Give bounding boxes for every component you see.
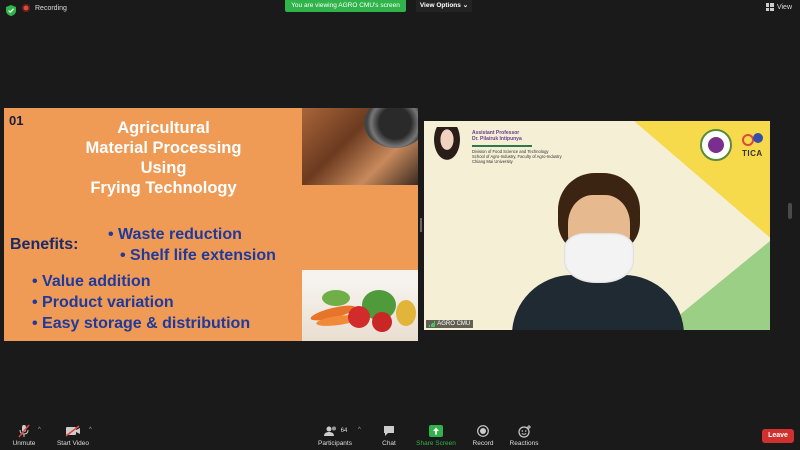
presenter-photo bbox=[432, 127, 462, 163]
recording-indicator[interactable]: Recording bbox=[22, 4, 67, 12]
tica-logo-text: TICA bbox=[742, 149, 763, 158]
record-label: Record bbox=[472, 440, 494, 447]
share-screen-icon bbox=[429, 425, 443, 437]
share-screen-button[interactable]: Share Screen bbox=[414, 424, 458, 447]
participant-name-label: AGRO CMU bbox=[426, 320, 474, 328]
grid-view-icon bbox=[765, 3, 774, 11]
slide-title-line: Material Processing bbox=[85, 139, 242, 157]
slide-title: Agricultural Material Processing Using F… bbox=[66, 118, 261, 198]
audio-options-caret-icon[interactable]: ^ bbox=[38, 427, 41, 433]
viewing-screen-banner: You are viewing AGRO CMU's screen bbox=[285, 0, 406, 12]
share-screen-label: Share Screen bbox=[416, 440, 456, 447]
chat-icon bbox=[384, 426, 394, 436]
record-icon bbox=[477, 425, 489, 437]
panel-splitter-handle[interactable] bbox=[420, 218, 422, 232]
tica-logo-mark bbox=[742, 133, 763, 146]
shared-slide: 01 Agricultural Material Processing Usin… bbox=[4, 108, 418, 341]
presenter-affiliation: Division of Food Science and Technology … bbox=[472, 149, 562, 164]
presenter-title-block: Assistant Professor Dr. Pilairuk Intipun… bbox=[472, 130, 522, 142]
bullet-item: • Value addition bbox=[32, 273, 151, 290]
microphone-muted-icon bbox=[18, 424, 30, 438]
unmute-label: Unmute bbox=[12, 440, 36, 447]
bullet-item: • Shelf life extension bbox=[120, 247, 276, 264]
meeting-toolbar: Unmute ^ Start Video ^ 64 Participants ^ bbox=[0, 420, 800, 450]
participants-icon bbox=[323, 426, 336, 436]
view-button[interactable]: View bbox=[765, 3, 792, 11]
scrollbar-thumb[interactable] bbox=[788, 203, 792, 219]
start-video-label: Start Video bbox=[56, 440, 90, 447]
bullet-item: • Product variation bbox=[32, 294, 174, 311]
shield-icon[interactable] bbox=[6, 5, 16, 16]
signal-strength-icon bbox=[429, 321, 436, 327]
video-camera-off-icon bbox=[65, 425, 80, 437]
reactions-smiley-icon bbox=[517, 424, 531, 438]
video-options-caret-icon[interactable]: ^ bbox=[89, 427, 92, 433]
benefits-label: Benefits: bbox=[10, 236, 79, 253]
slide-title-line: Agricultural bbox=[117, 119, 210, 137]
record-button[interactable]: Record bbox=[470, 424, 496, 447]
slide-number: 01 bbox=[9, 113, 24, 128]
chevron-down-icon: ⌄ bbox=[462, 2, 469, 9]
slide-title-line: Frying Technology bbox=[90, 179, 237, 197]
top-bar: Recording You are viewing AGRO CMU's scr… bbox=[0, 0, 800, 20]
view-options-button[interactable]: View Options ⌄ bbox=[416, 0, 472, 12]
recording-label: Recording bbox=[35, 4, 67, 12]
chat-button[interactable]: Chat bbox=[380, 424, 398, 447]
participant-person bbox=[512, 173, 684, 330]
participants-count: 64 bbox=[340, 428, 348, 434]
chat-label: Chat bbox=[382, 440, 396, 447]
vegetables-photo bbox=[302, 270, 418, 341]
participant-name: AGRO CMU bbox=[437, 321, 471, 327]
start-video-button[interactable]: Start Video bbox=[54, 424, 92, 447]
reactions-button[interactable]: Reactions bbox=[508, 424, 540, 447]
university-seal-logo bbox=[700, 129, 732, 161]
presenter-name: Dr. Pilairuk Intipunya bbox=[472, 136, 522, 142]
view-options-label: View Options bbox=[419, 2, 461, 9]
slide-title-line: Using bbox=[140, 159, 187, 177]
record-dot-icon bbox=[22, 4, 30, 12]
participants-label: Participants bbox=[318, 440, 352, 447]
participants-options-caret-icon[interactable]: ^ bbox=[358, 427, 361, 433]
view-label: View bbox=[776, 3, 792, 11]
bullet-item: • Waste reduction bbox=[108, 226, 242, 243]
participants-button[interactable]: 64 Participants bbox=[316, 424, 354, 447]
bullet-item: • Easy storage & distribution bbox=[32, 315, 251, 332]
unmute-button[interactable]: Unmute bbox=[10, 424, 38, 447]
leave-button[interactable]: Leave bbox=[762, 429, 794, 443]
fried-food-photo bbox=[302, 108, 418, 185]
participant-video-tile[interactable]: Assistant Professor Dr. Pilairuk Intipun… bbox=[424, 121, 770, 330]
reactions-label: Reactions bbox=[509, 440, 539, 447]
affiliation-line: Chiang Mai University bbox=[472, 159, 513, 164]
